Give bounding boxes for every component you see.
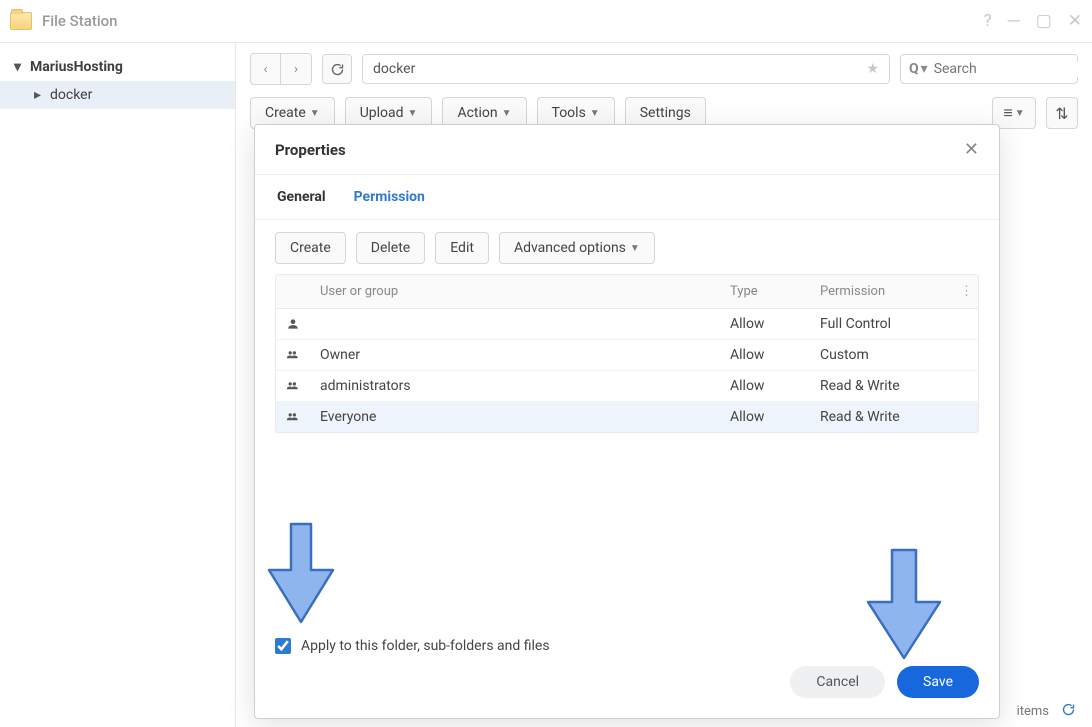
- maximize-icon[interactable]: ▢: [1036, 11, 1052, 31]
- properties-dialog: Properties ✕ General Permission Create D…: [254, 124, 1000, 719]
- table-row[interactable]: OwnerAllowCustom: [276, 339, 978, 370]
- refresh-button[interactable]: [322, 54, 352, 84]
- table-header: User or group Type Permission ⋮: [276, 275, 978, 309]
- sort-button[interactable]: ⇅: [1046, 97, 1078, 129]
- window-titlebar: File Station ? ─ ▢ ✕: [0, 0, 1092, 42]
- app-icon: [10, 12, 32, 30]
- group-icon: [276, 402, 310, 432]
- close-icon[interactable]: ✕: [1068, 11, 1082, 31]
- sort-icon: ⇅: [1055, 104, 1068, 123]
- cell-permission: Read & Write: [810, 402, 950, 432]
- star-icon[interactable]: ★: [866, 61, 879, 77]
- footer-items-label: items: [1017, 704, 1049, 719]
- tree-root[interactable]: ▾ MariusHosting: [0, 53, 235, 81]
- help-icon[interactable]: ?: [984, 11, 992, 31]
- path-input[interactable]: docker ★: [362, 54, 890, 84]
- group-icon: [276, 340, 310, 370]
- table-row[interactable]: EveryoneAllowRead & Write: [276, 401, 978, 432]
- permission-table: User or group Type Permission ⋮ AllowFul…: [275, 274, 979, 433]
- dialog-title: Properties: [275, 141, 346, 159]
- tree-root-label: MariusHosting: [30, 59, 123, 75]
- chevron-down-icon: ▾: [921, 61, 928, 77]
- perm-delete-button[interactable]: Delete: [356, 232, 425, 264]
- cell-permission: Read & Write: [810, 371, 950, 401]
- col-user[interactable]: User or group: [310, 275, 720, 308]
- refresh-icon: [330, 62, 345, 77]
- cell-permission: Full Control: [810, 309, 950, 339]
- tab-general[interactable]: General: [275, 175, 328, 219]
- table-menu-icon[interactable]: ⋮: [950, 275, 978, 308]
- cell-permission: Custom: [810, 340, 950, 370]
- refresh-icon[interactable]: [1061, 702, 1076, 721]
- perm-create-button[interactable]: Create: [275, 232, 346, 264]
- nav-back-button[interactable]: ‹: [251, 54, 281, 84]
- caret-down-icon: ▼: [310, 108, 320, 119]
- list-icon: ≡: [1003, 103, 1012, 123]
- cell-type: Allow: [720, 340, 810, 370]
- caret-down-icon: ▼: [1015, 108, 1025, 119]
- caret-down-icon: ▼: [502, 108, 512, 119]
- search-input[interactable]: [934, 61, 1092, 77]
- save-button[interactable]: Save: [897, 666, 979, 698]
- window-title: File Station: [42, 12, 118, 30]
- cell-type: Allow: [720, 402, 810, 432]
- caret-down-icon: ▼: [408, 108, 418, 119]
- perm-advanced-button[interactable]: Advanced options▼: [499, 232, 655, 264]
- footer: ⋮ items: [992, 702, 1076, 721]
- nav-buttons: ‹ ›: [250, 53, 312, 85]
- perm-edit-button[interactable]: Edit: [435, 232, 489, 264]
- nav-forward-button[interactable]: ›: [281, 54, 311, 84]
- cell-type: Allow: [720, 371, 810, 401]
- table-row[interactable]: administratorsAllowRead & Write: [276, 370, 978, 401]
- col-type[interactable]: Type: [720, 275, 810, 308]
- cell-type: Allow: [720, 309, 810, 339]
- tab-permission[interactable]: Permission: [352, 175, 427, 219]
- folder-tree: ▾ MariusHosting ▸ docker: [0, 43, 236, 727]
- tree-item-docker[interactable]: ▸ docker: [0, 81, 235, 109]
- cell-user: Owner: [310, 340, 720, 370]
- search-icon: Q: [909, 61, 919, 77]
- path-value: docker: [373, 61, 415, 77]
- cell-user: Everyone: [310, 402, 720, 432]
- tree-item-label: docker: [50, 87, 92, 103]
- apply-recursive-checkbox[interactable]: [275, 638, 291, 654]
- user-icon: [276, 309, 310, 339]
- group-icon: [276, 371, 310, 401]
- chevron-right-icon: ▸: [34, 87, 46, 103]
- cell-user: administrators: [310, 371, 720, 401]
- table-row[interactable]: AllowFull Control: [276, 309, 978, 339]
- dialog-close-button[interactable]: ✕: [964, 139, 979, 160]
- minimize-icon[interactable]: ─: [1008, 11, 1020, 31]
- caret-down-icon: ▼: [630, 243, 640, 254]
- cell-user: [310, 309, 720, 339]
- apply-recursive-label: Apply to this folder, sub-folders and fi…: [301, 638, 550, 654]
- search-box[interactable]: Q▾: [900, 54, 1078, 84]
- col-permission[interactable]: Permission: [810, 275, 950, 308]
- chevron-down-icon: ▾: [14, 59, 26, 75]
- cancel-button[interactable]: Cancel: [790, 666, 885, 698]
- caret-down-icon: ▼: [590, 108, 600, 119]
